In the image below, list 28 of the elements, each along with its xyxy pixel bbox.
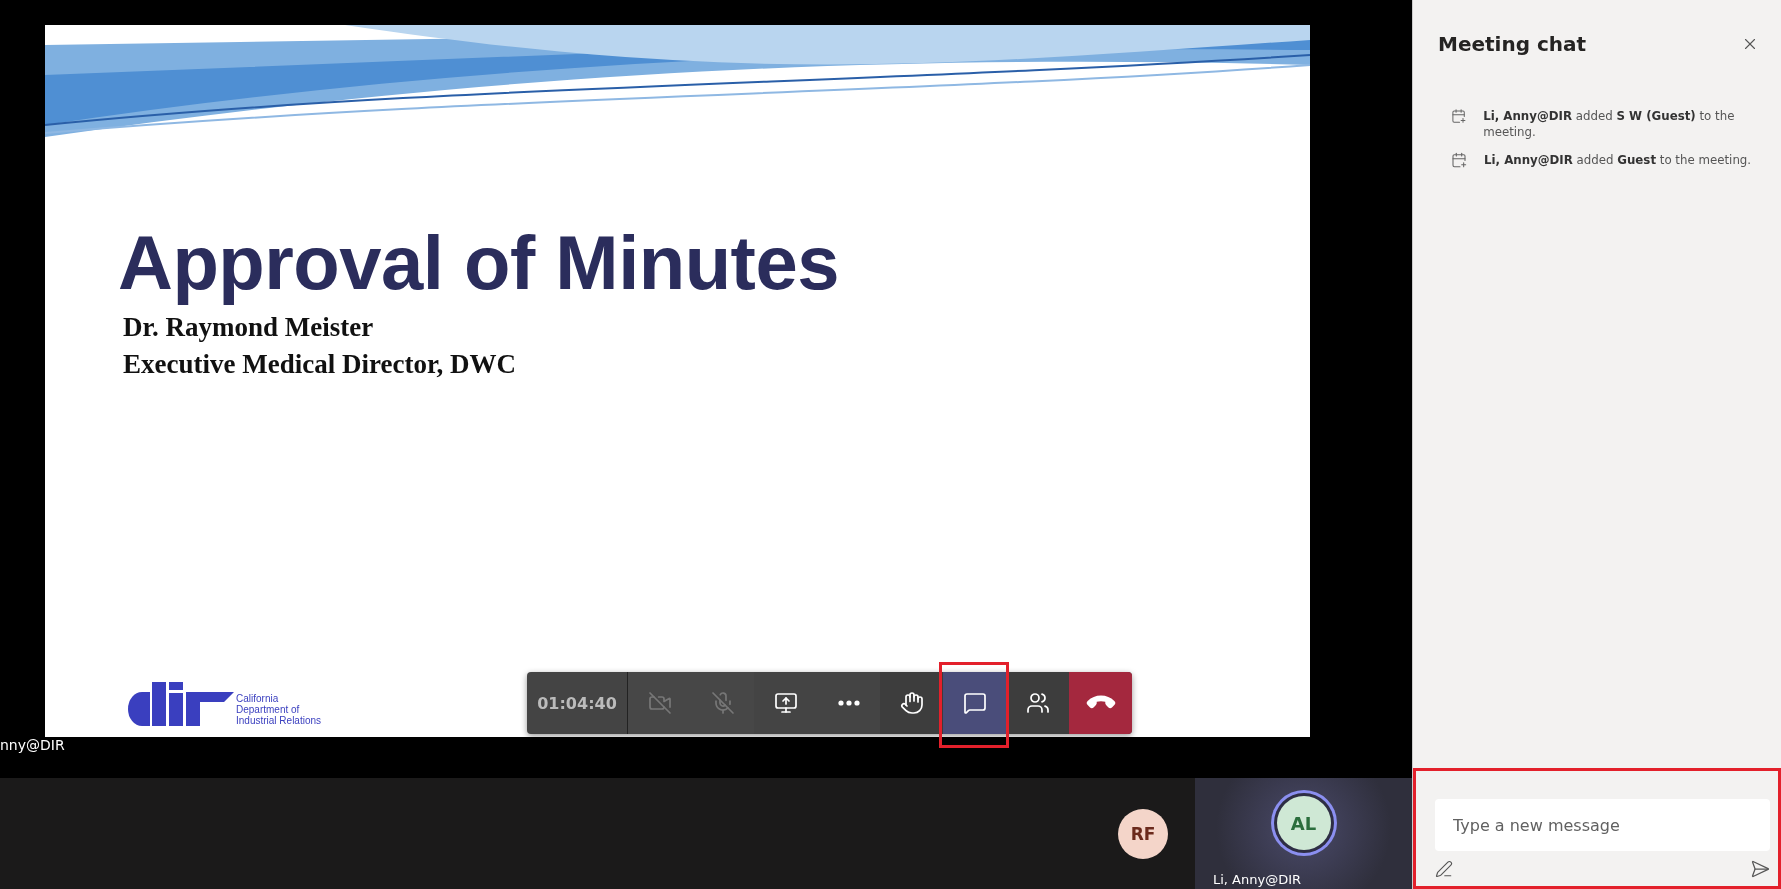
participant-avatar: RF (1118, 808, 1168, 859)
chat-button[interactable] (943, 672, 1006, 734)
chat-event-message: Li, Anny@DIR added S W (Guest) to the meeting. (1483, 108, 1736, 140)
pen-icon[interactable] (1435, 860, 1453, 878)
logo-caption: California (236, 693, 280, 704)
slide-subtitle: Executive Medical Director, DWC (123, 349, 517, 380)
calendar-plus-icon (1451, 108, 1467, 124)
message-input[interactable]: Type a new message (1435, 799, 1770, 851)
participant-name: Li, Anny@DIR (1213, 872, 1302, 887)
hang-up-button[interactable] (1069, 672, 1132, 734)
slide-subtitle: Dr. Raymond Meister (123, 312, 375, 343)
hand-icon (899, 691, 924, 715)
chat-event-message: Li, Anny@DIR added Guest to the meeting. (1484, 152, 1752, 168)
mic-off-icon (710, 691, 735, 715)
calendar-plus-icon (1451, 152, 1467, 168)
send-icon[interactable] (1750, 859, 1770, 879)
participants-button[interactable] (1006, 672, 1069, 734)
monitor-upload-icon (773, 691, 798, 715)
panel-title: Meeting chat (1438, 32, 1587, 56)
raise-hand-button[interactable] (880, 672, 943, 734)
slide-title: Approval of Minutes (118, 219, 840, 306)
presenter-name: nny@DIR (0, 737, 65, 753)
chat-icon (962, 691, 987, 715)
more-icon (837, 700, 860, 706)
logo-caption: Industrial Relations (236, 715, 322, 726)
camera-off-icon (647, 691, 672, 715)
people-icon (1025, 691, 1050, 715)
logo-caption: Department of (236, 704, 300, 715)
